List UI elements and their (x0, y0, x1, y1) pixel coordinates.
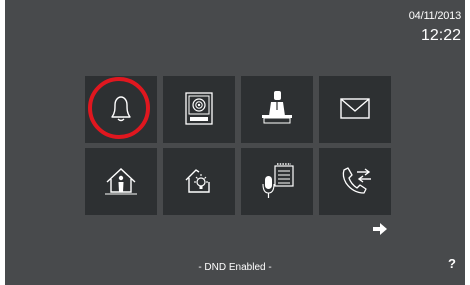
time-label: 12:22 (420, 27, 461, 44)
video-intercom-icon (185, 92, 213, 125)
home-away-button[interactable] (85, 148, 157, 215)
home-lights-button[interactable] (163, 148, 235, 215)
intercom-screen: 04/11/2013 12:22 - DND Enabled - ? (5, 0, 465, 285)
envelope-icon (340, 98, 370, 119)
highlight-ring (88, 77, 150, 139)
call-forward-button[interactable] (319, 148, 391, 215)
home-lights-icon (185, 169, 210, 193)
clock: 04/11/2013 12:22 (409, 10, 461, 46)
home-away-icon (105, 168, 137, 195)
concierge-icon (262, 91, 292, 124)
messages-button[interactable] (319, 76, 391, 143)
help-button[interactable]: ? (448, 256, 456, 271)
voice-memo-button[interactable] (241, 148, 313, 215)
date-label: 04/11/2013 (408, 10, 461, 22)
dnd-status-label: - DND Enabled - (198, 262, 272, 273)
video-intercom-button[interactable] (163, 76, 235, 143)
menu-grid (85, 76, 391, 215)
voice-memo-icon (262, 163, 294, 198)
concierge-button[interactable] (241, 76, 313, 143)
call-forward-icon (342, 167, 371, 194)
right-arrow-icon[interactable] (371, 220, 389, 238)
